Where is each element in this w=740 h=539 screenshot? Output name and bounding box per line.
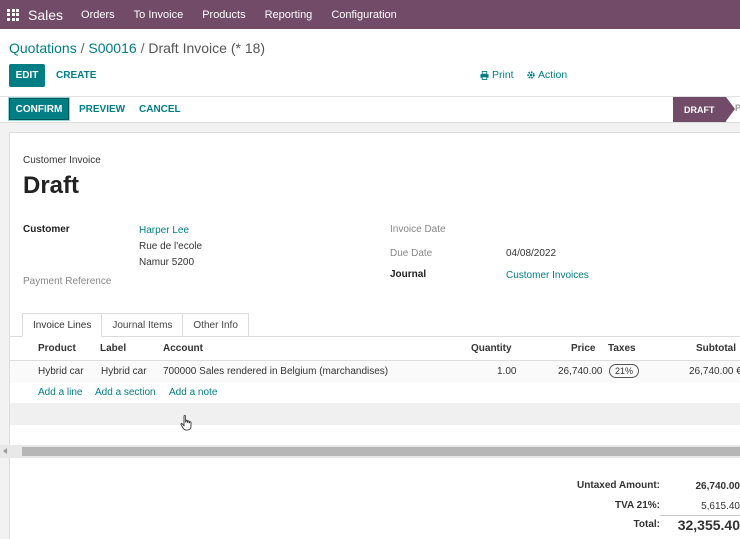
breadcrumb-separator: / <box>140 40 145 56</box>
action-label: Action <box>538 69 568 81</box>
cancel-button[interactable]: CANCEL <box>139 104 181 115</box>
gear-icon <box>527 71 535 79</box>
menu-products[interactable]: Products <box>202 9 245 21</box>
print-button[interactable]: Print <box>480 69 514 81</box>
tva-value: 5,615.40 <box>701 501 740 512</box>
menu-to-invoice[interactable]: To Invoice <box>134 9 184 21</box>
hand-cursor-icon <box>180 415 192 431</box>
add-line-link[interactable]: Add a line <box>38 387 82 398</box>
total-label: Total: <box>633 519 660 530</box>
journal-link[interactable]: Customer Invoices <box>506 270 589 281</box>
add-note-link[interactable]: Add a note <box>169 387 217 398</box>
stage-draft[interactable]: DRAFT <box>673 97 735 122</box>
journal-label: Journal <box>390 269 427 280</box>
total-value: 32,355.40 <box>677 517 740 533</box>
scroll-left-arrow-icon[interactable] <box>3 448 7 454</box>
tab-invoice-lines[interactable]: Invoice Lines <box>22 313 103 337</box>
invoice-title: Draft <box>23 172 80 199</box>
cell-label[interactable]: Hybrid car <box>101 366 147 377</box>
create-button[interactable]: CREATE <box>56 70 96 81</box>
top-navbar: Sales Orders To Invoice Products Reporti… <box>0 0 740 29</box>
col-taxes[interactable]: Taxes <box>608 343 636 354</box>
menu-orders[interactable]: Orders <box>81 9 115 21</box>
due-date-field[interactable]: 04/08/2022 <box>506 248 556 259</box>
tax-badge[interactable]: 21% <box>609 364 640 378</box>
tab-other-info[interactable]: Other Info <box>182 313 249 337</box>
col-price[interactable]: Price <box>571 343 595 354</box>
cell-quantity[interactable]: 1.00 <box>497 366 516 377</box>
empty-table-row <box>10 403 740 425</box>
col-product[interactable]: Product <box>38 343 76 354</box>
edit-button[interactable]: EDIT <box>9 64 45 87</box>
breadcrumb: Quotations / S00016 / Draft Invoice (* 1… <box>9 40 265 56</box>
horizontal-scrollbar[interactable] <box>0 445 740 458</box>
breadcrumb-current: Draft Invoice (* 18) <box>148 40 266 56</box>
tab-journal-items[interactable]: Journal Items <box>101 313 184 337</box>
notebook-tabs: Invoice Lines Journal Items Other Info <box>22 313 249 337</box>
cell-price[interactable]: 26,740.00 <box>558 366 603 377</box>
customer-address-line: Rue de l'ecole <box>139 241 203 252</box>
scroll-thumb[interactable] <box>22 447 740 456</box>
print-label: Print <box>492 69 514 81</box>
invoice-date-label: Invoice Date <box>390 224 446 235</box>
invoice-type-label: Customer Invoice <box>23 155 101 166</box>
col-subtotal[interactable]: Subtotal <box>696 343 736 354</box>
col-label[interactable]: Label <box>100 343 126 354</box>
cell-subtotal: 26,740.00 € <box>689 366 740 377</box>
col-account[interactable]: Account <box>163 343 203 354</box>
due-date-label: Due Date <box>390 248 433 259</box>
customer-name-link[interactable]: Harper Lee <box>139 225 189 236</box>
form-sheet: Customer Invoice Draft Customer Harper L… <box>9 132 740 539</box>
status-bar: CONFIRM PREVIEW CANCEL DRAFT P <box>0 97 740 123</box>
add-section-link[interactable]: Add a section <box>95 387 156 398</box>
apps-grid-icon[interactable] <box>7 8 19 21</box>
menu-reporting[interactable]: Reporting <box>265 9 313 21</box>
cell-product[interactable]: Hybrid car <box>38 366 84 377</box>
action-button[interactable]: Action <box>527 69 567 81</box>
cell-account[interactable]: 700000 Sales rendered in Belgium (marcha… <box>163 366 388 377</box>
untaxed-amount-value: 26,740.00 <box>695 481 740 492</box>
confirm-button[interactable]: CONFIRM <box>9 98 69 120</box>
breadcrumb-separator: / <box>80 40 85 56</box>
breadcrumb-order[interactable]: S00016 <box>88 40 136 56</box>
breadcrumb-quotations[interactable]: Quotations <box>9 40 77 56</box>
untaxed-amount-label: Untaxed Amount: <box>577 480 660 491</box>
menu-configuration[interactable]: Configuration <box>331 9 396 21</box>
customer-label: Customer <box>23 224 70 235</box>
app-name[interactable]: Sales <box>28 7 63 23</box>
preview-button[interactable]: PREVIEW <box>79 104 125 115</box>
table-header: Product Label Account Quantity Price Tax… <box>10 337 740 361</box>
col-quantity[interactable]: Quantity <box>471 343 512 354</box>
totals-divider <box>660 515 740 516</box>
tva-label: TVA 21%: <box>614 500 660 511</box>
control-panel: Quotations / S00016 / Draft Invoice (* 1… <box>0 29 740 97</box>
add-row-links: Add a line Add a section Add a note <box>10 383 740 403</box>
table-row[interactable]: Hybrid car Hybrid car 700000 Sales rende… <box>10 361 740 383</box>
print-icon <box>480 70 489 80</box>
customer-address-city: Namur 5200 <box>139 257 195 268</box>
payment-reference-label: Payment Reference <box>23 276 112 287</box>
stage-posted[interactable]: P <box>735 103 740 113</box>
